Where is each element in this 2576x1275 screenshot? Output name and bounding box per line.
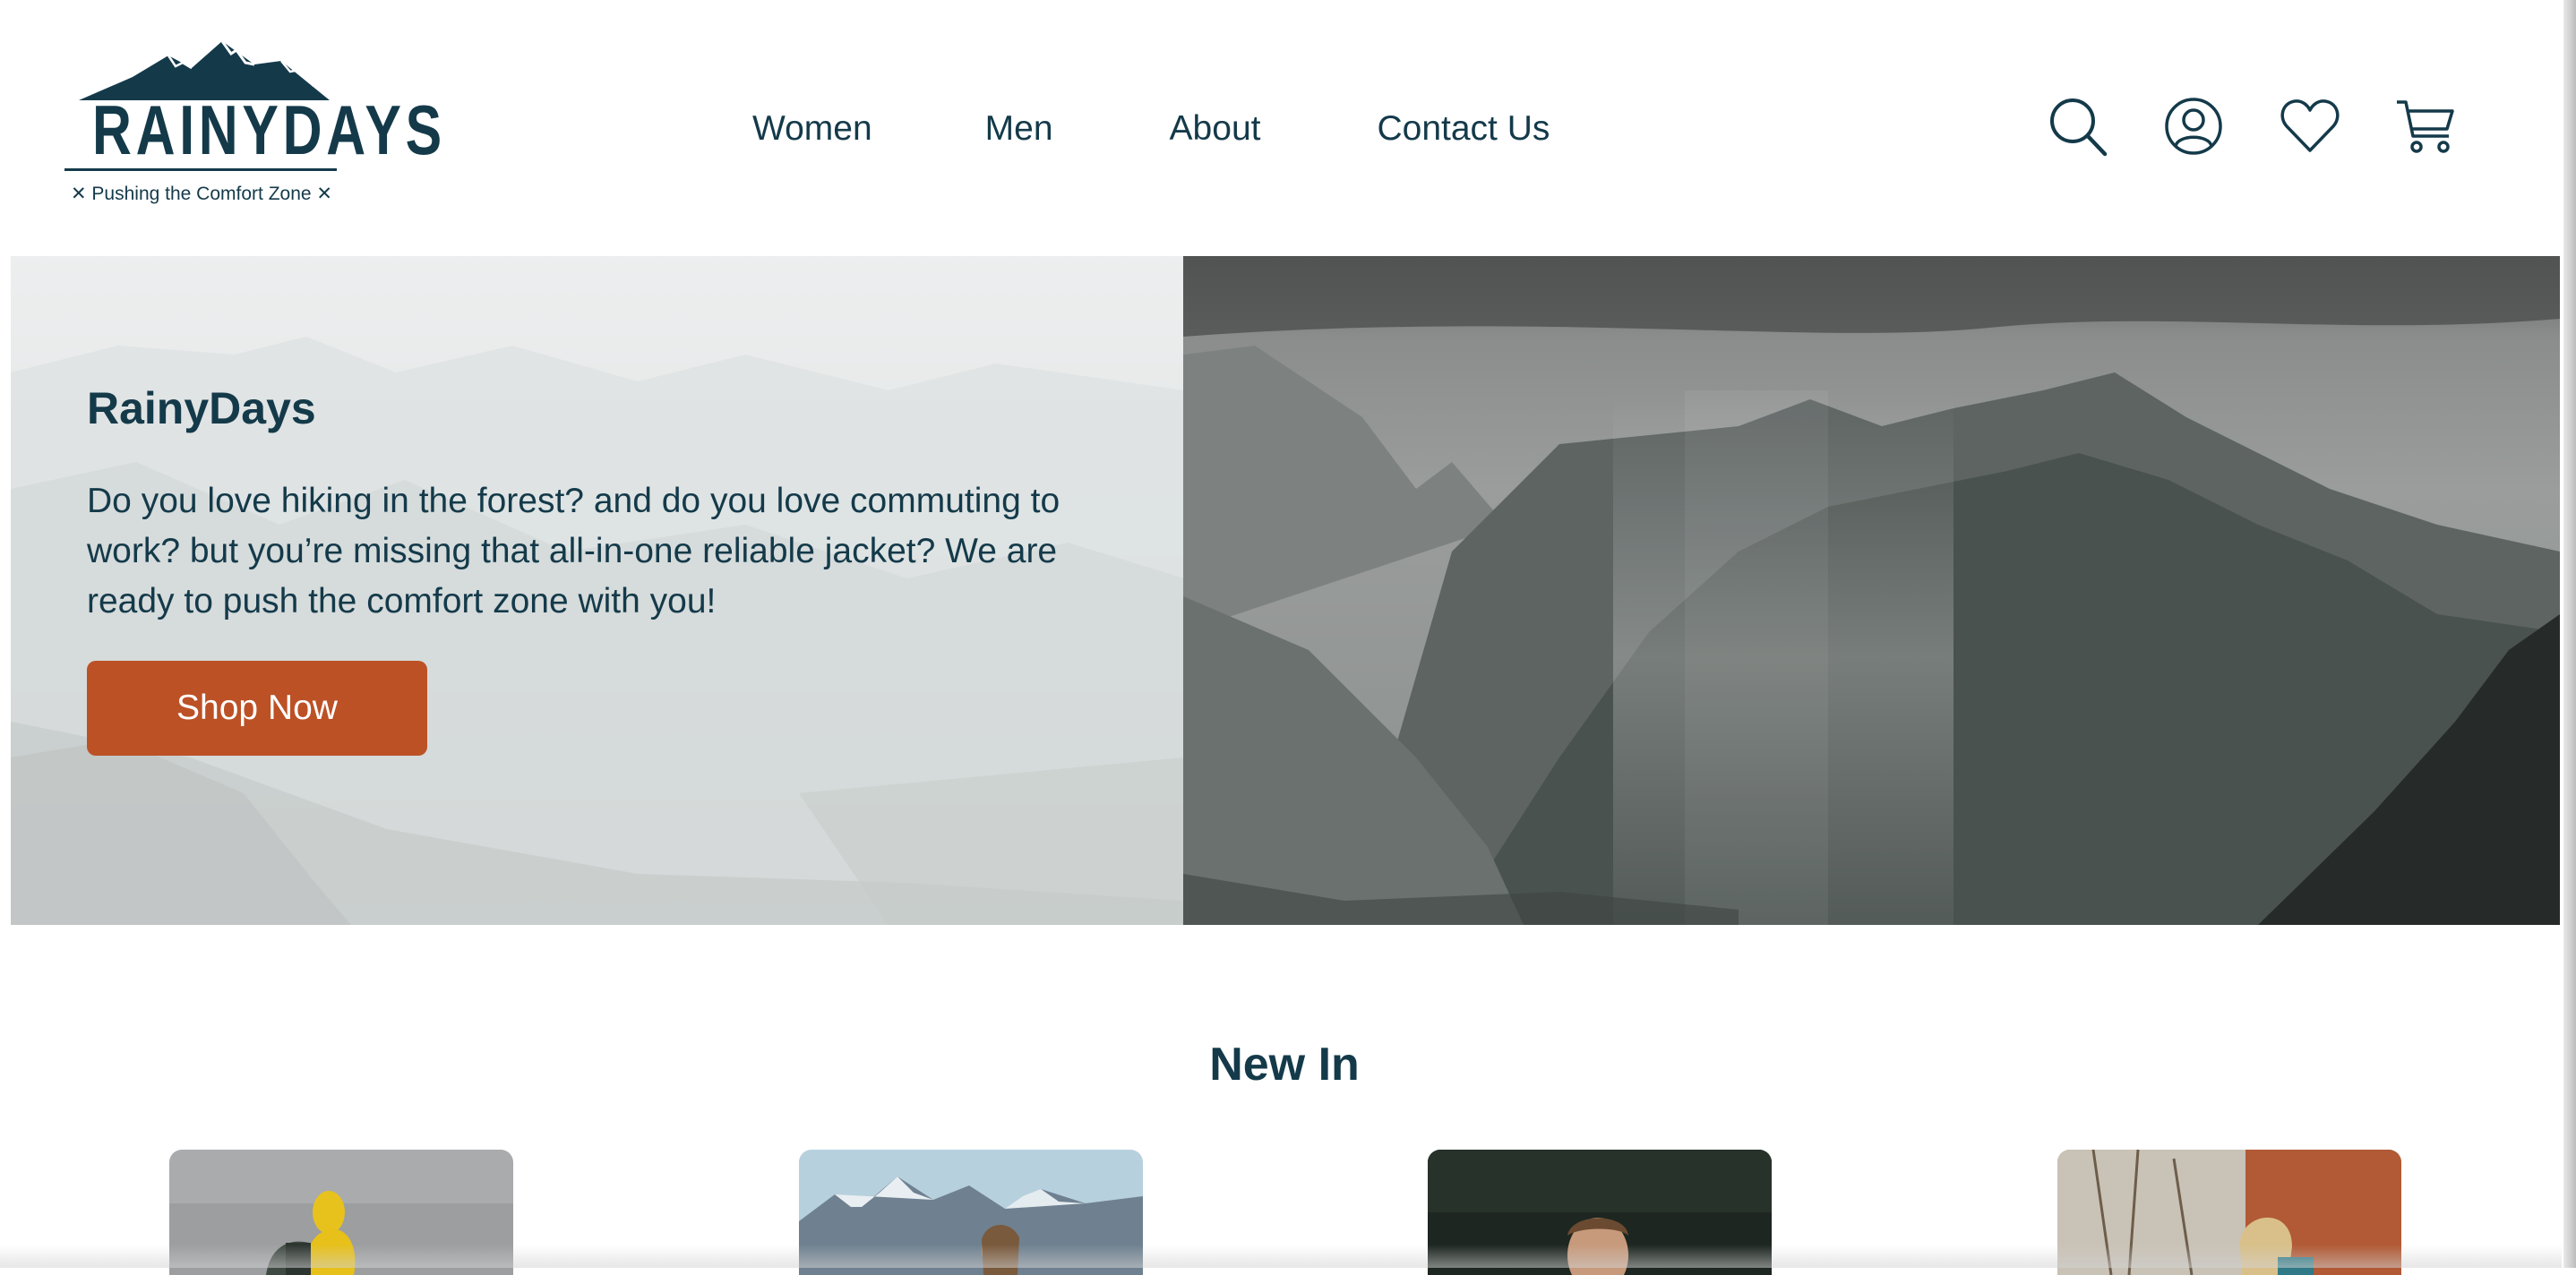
nav-item-men[interactable]: Men xyxy=(985,109,1053,149)
logo-tagline: ✕ Pushing the Comfort Zone ✕ xyxy=(71,184,332,204)
hero-banner: RainyDays Do you love hiking in the fore… xyxy=(11,256,2560,925)
hero-image-rainy-mountains xyxy=(1183,256,2560,925)
product-image-man-dark-forest xyxy=(1428,1150,1772,1275)
main-nav: Women Men About Contact Us xyxy=(752,109,1550,149)
logo-wordmark: RAINYDAYS xyxy=(91,90,446,169)
hero-background-misty-mountains: RainyDays Do you love hiking in the fore… xyxy=(11,256,1184,925)
header-icons xyxy=(2046,95,2467,163)
shop-now-button[interactable]: Shop Now xyxy=(87,661,427,756)
hero-description: Do you love hiking in the forest? and do… xyxy=(87,482,1060,620)
logo[interactable]: RAINYDAYS ✕ Pushing the Comfort Zone ✕ xyxy=(54,41,446,211)
section-title-new-in: New In xyxy=(1209,1039,1360,1091)
product-image-woman-autumn-rocks xyxy=(2057,1150,2401,1275)
hero-title: RainyDays xyxy=(87,383,316,433)
product-grid xyxy=(0,1150,2562,1275)
product-card[interactable] xyxy=(169,1150,513,1275)
cart-icon[interactable] xyxy=(2395,95,2458,158)
heart-icon[interactable] xyxy=(2279,95,2341,158)
product-card[interactable] xyxy=(2057,1150,2401,1275)
nav-item-women[interactable]: Women xyxy=(752,109,872,149)
account-icon[interactable] xyxy=(2162,95,2225,158)
product-card[interactable] xyxy=(799,1150,1143,1275)
search-icon[interactable] xyxy=(2046,95,2108,158)
product-image-woman-snowy-mountains xyxy=(799,1150,1143,1275)
site-header: RAINYDAYS ✕ Pushing the Comfort Zone ✕ W… xyxy=(0,0,2562,256)
nav-item-contact-us[interactable]: Contact Us xyxy=(1377,109,1550,149)
nav-item-about[interactable]: About xyxy=(1170,109,1261,149)
hero-content: RainyDays Do you love hiking in the fore… xyxy=(87,381,1117,756)
product-card[interactable] xyxy=(1428,1150,1772,1275)
product-image-hiker-yellow-jacket xyxy=(169,1150,513,1275)
logo-divider xyxy=(64,168,337,171)
